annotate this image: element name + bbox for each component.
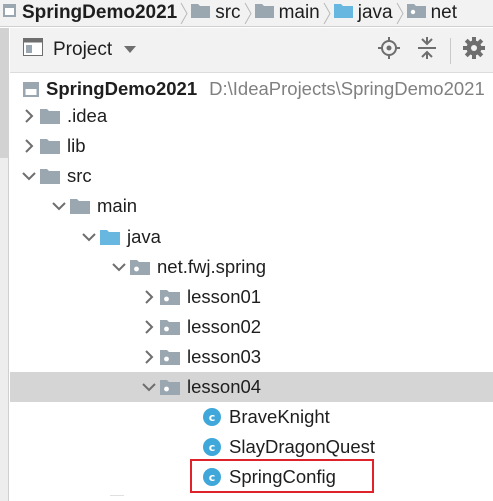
tree-node-class-slaydragonquest[interactable]: c SlayDragonQuest (10, 432, 493, 462)
tree-node-label: SlayDragonQuest (229, 436, 376, 457)
tree-node-label: main (97, 195, 138, 216)
tree-node-label: lesson03 (187, 346, 262, 367)
tree-node-label: SpringDemo2021 (46, 78, 198, 99)
tree-node-label: .idea (67, 105, 108, 126)
breadcrumb-item-main[interactable]: main (254, 0, 320, 26)
chevron-right-icon (393, 0, 407, 26)
tree-node-class-braveknight[interactable]: c BraveKnight (10, 402, 493, 432)
tree-node-java[interactable]: java (10, 222, 493, 252)
chevron-right-icon (177, 0, 191, 26)
gear-icon (463, 37, 485, 64)
tool-window-strip (0, 28, 9, 501)
chevron-down-icon[interactable] (109, 252, 129, 282)
breadcrumb-item-project[interactable]: SpringDemo2021 (3, 0, 177, 26)
tree-node-lesson02[interactable]: lesson02 (10, 312, 493, 342)
chevron-down-icon[interactable] (19, 161, 39, 191)
package-icon (159, 312, 181, 342)
project-panel-header: Project (10, 28, 493, 73)
highlight-annotation-box (190, 459, 374, 493)
tree-node-label: net.fwj.spring (157, 256, 266, 277)
chevron-right-icon[interactable] (139, 342, 159, 372)
folder-icon (39, 131, 61, 161)
chevron-down-icon[interactable] (139, 372, 159, 402)
folder-icon (39, 161, 61, 191)
toolbar-divider (450, 37, 451, 64)
package-icon (406, 2, 426, 24)
folder-icon (191, 2, 211, 24)
tree-node-main[interactable]: main (10, 191, 493, 221)
module-icon (22, 74, 40, 104)
tree-node-label: lib (67, 135, 86, 156)
tree-node-label: BraveKnight (229, 406, 330, 427)
project-view-icon (23, 38, 43, 62)
chevron-right-icon (241, 0, 255, 26)
source-folder-icon (333, 2, 353, 24)
tree-node-label: java (127, 226, 161, 247)
locate-button[interactable] (370, 28, 408, 73)
chevron-right-icon[interactable] (139, 312, 159, 342)
tree-node-lesson03[interactable]: lesson03 (10, 342, 493, 372)
breadcrumb: SpringDemo2021 src main java net (0, 0, 493, 27)
class-icon: c (201, 432, 223, 462)
tree-node-lib[interactable]: lib (10, 131, 493, 161)
tree-node-lesson01[interactable]: lesson01 (10, 282, 493, 312)
chevron-down-icon[interactable] (49, 191, 69, 221)
tree-node-src[interactable]: src (10, 161, 493, 191)
settings-button[interactable] (455, 28, 493, 73)
class-icon: c (201, 402, 223, 432)
folder-icon (254, 2, 274, 24)
collapse-all-icon (417, 37, 437, 64)
project-tool-tab[interactable] (0, 28, 9, 158)
tree-node-package[interactable]: net.fwj.spring (10, 252, 493, 282)
project-tree: SpringDemo2021 D:\IdeaProjects\SpringDem… (10, 74, 493, 501)
package-icon (159, 282, 181, 312)
tree-node-label: src (67, 165, 92, 186)
tree-node-idea[interactable]: .idea (10, 101, 493, 131)
tree-node-label: lesson04 (187, 376, 262, 397)
tree-node-lesson04[interactable]: lesson04 (10, 372, 493, 402)
chevron-right-icon[interactable] (19, 101, 39, 131)
tree-node-label: lesson02 (187, 316, 262, 337)
chevron-down-icon[interactable] (79, 222, 99, 252)
project-view-label: Project (53, 39, 113, 60)
breadcrumb-item-src[interactable]: src (191, 0, 241, 26)
tree-node-project-root[interactable]: SpringDemo2021 D:\IdeaProjects\SpringDem… (10, 74, 493, 104)
chevron-right-icon[interactable] (19, 131, 39, 161)
breadcrumb-item-java[interactable]: java (333, 0, 393, 26)
project-view-selector[interactable]: Project (23, 38, 137, 62)
module-icon (3, 2, 17, 24)
package-icon (129, 252, 151, 282)
chevron-right-icon (320, 0, 334, 26)
folder-icon (69, 191, 91, 221)
tree-row-partial (110, 495, 124, 501)
source-folder-icon (99, 222, 121, 252)
folder-icon (39, 101, 61, 131)
collapse-all-button[interactable] (408, 28, 446, 73)
locate-icon (378, 37, 400, 64)
package-icon (159, 372, 181, 402)
project-path: D:\IdeaProjects\SpringDemo2021 (209, 78, 485, 99)
chevron-down-icon (124, 46, 137, 54)
chevron-right-icon[interactable] (139, 282, 159, 312)
breadcrumb-item-package[interactable]: net (406, 0, 457, 26)
tree-node-label: lesson01 (187, 286, 262, 307)
package-icon (159, 342, 181, 372)
